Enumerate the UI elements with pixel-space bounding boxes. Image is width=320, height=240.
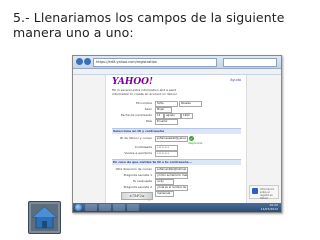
birth-date-row: Fecha de nacimiento 12 agosto 1992	[112, 113, 240, 119]
registration-form: YAHOO! Ayuda Fill in several extra infor…	[105, 75, 247, 203]
browser-screenshot: https://edit.yahoo.com/registration YAHO…	[72, 55, 282, 213]
confirm-password-field[interactable]: ••••••••	[155, 151, 178, 157]
password-label: Contraseña	[134, 145, 152, 149]
windows-taskbar: 10:22 11/07/2012	[73, 203, 281, 212]
address-bar[interactable]: https://edit.yahoo.com/registration	[93, 58, 217, 67]
taskbar-app-button[interactable]	[99, 204, 111, 211]
country-row: País Ecuador	[112, 119, 240, 125]
slide-title: 5.- Llenariamos los campos de la siguien…	[13, 10, 285, 40]
section-recovery: En caso de que olvides tu ID o tu contra…	[112, 159, 241, 165]
forward-icon[interactable]	[84, 58, 91, 65]
back-icon[interactable]	[76, 58, 83, 65]
country-select[interactable]: Ecuador	[155, 119, 178, 125]
captcha-image: x7kF2a	[121, 192, 153, 200]
answer1-row: Tu respuesta lucky	[112, 179, 240, 185]
help-link[interactable]: Ayuda	[230, 78, 241, 82]
password-row: Contraseña ••••••••	[112, 145, 240, 151]
sex-label: Sexo	[144, 107, 152, 111]
clock-date: 11/07/2012	[260, 206, 278, 211]
home-icon	[31, 206, 58, 229]
alt-email-label: Otra dirección de correo	[115, 167, 152, 171]
intro-text: Fill in several extra information and a …	[112, 88, 178, 96]
question1-row: Pregunta secreta 1 ¿Cómo se llama tu mas…	[112, 173, 240, 179]
birth-date-label: Fecha de nacimiento	[120, 113, 152, 117]
first-name-label: Mi nombre	[136, 101, 152, 105]
yahoo-id-row: ID de Yahoo! y correo sofiarosales92@yah…	[112, 136, 240, 142]
taskbar-app-button[interactable]	[127, 204, 139, 211]
alt-email-row: Otra dirección de correo sofiaros1992@ho…	[112, 167, 240, 173]
info-icon	[252, 188, 258, 194]
question1-label: Pregunta secreta 1	[123, 173, 152, 177]
browser-search-input[interactable]	[223, 58, 277, 67]
home-button[interactable]	[28, 201, 61, 234]
question2-label: Pregunta secreta 2	[123, 185, 152, 189]
confirm-password-row: Vuelve a escribirla ••••••••	[112, 151, 240, 157]
question2-row: Pregunta secreta 2 ¿Cuál es el nombre de…	[112, 185, 240, 191]
country-label: País	[146, 119, 152, 123]
taskbar-app-button[interactable]	[113, 204, 125, 211]
confirm-password-label: Vuelve a escribirla	[124, 151, 152, 155]
answer1-label: Tu respuesta	[132, 179, 152, 183]
web-page: YAHOO! Ayuda Fill in several extra infor…	[73, 75, 281, 203]
help-text: Información sobre el registro en Yahoo!	[260, 188, 275, 200]
browser-toolbar: https://edit.yahoo.com/registration	[73, 56, 281, 69]
taskbar-clock: 10:22 11/07/2012	[260, 203, 278, 211]
taskbar-app-button[interactable]	[85, 204, 97, 211]
windows-start-icon[interactable]	[75, 204, 82, 211]
section-id-password: Selecciona un ID y contraseña	[112, 128, 241, 134]
yahoo-id-label: ID de Yahoo! y correo	[119, 136, 152, 140]
name-row: Mi nombre Sofia Rosales	[112, 101, 240, 107]
sex-row: Sexo Mujer	[112, 107, 240, 113]
yahoo-logo: YAHOO!	[112, 77, 153, 87]
help-box: Información sobre el registro en Yahoo!	[249, 185, 279, 200]
yahoo-id-field[interactable]: sofiarosales92@yahoo.es	[155, 136, 188, 142]
